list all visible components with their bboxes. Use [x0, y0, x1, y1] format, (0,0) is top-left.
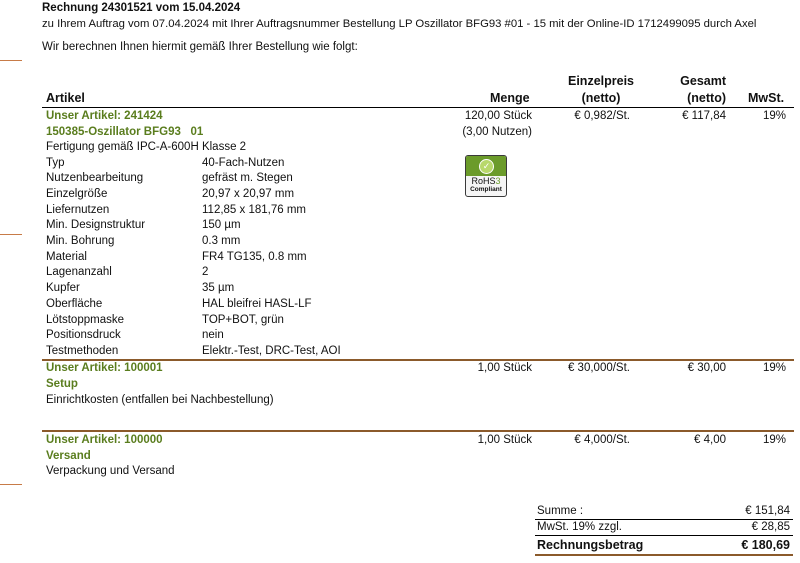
item-name: 150385-Oszillator BFG93 01 — [46, 126, 204, 138]
mwst-value: € 28,85 — [751, 521, 790, 533]
spec-key: Oberfläche — [46, 298, 103, 310]
spec-key: Einzelgröße — [46, 188, 108, 200]
item-quantity: 120,00 Stück — [464, 110, 532, 122]
margin-mark — [0, 484, 22, 485]
spec-value: 20,97 x 20,97 mm — [202, 188, 295, 200]
item-description: Verpackung und Versand — [46, 465, 175, 477]
spec-row: Typ 40-Fach-Nutzen — [46, 157, 466, 173]
item-vat: 19% — [762, 362, 786, 374]
checkmark-icon: ✓ — [479, 159, 494, 174]
spec-row: Nutzenbearbeitung gefräst m. Stegen — [46, 172, 466, 188]
invoice-subtitle: zu Ihrem Auftrag vom 07.04.2024 mit Ihre… — [42, 18, 757, 30]
spec-row: Oberfläche HAL bleifrei HASL-LF — [46, 298, 466, 314]
item-total: € 117,84 — [682, 110, 726, 122]
item-divider — [42, 430, 794, 432]
spec-value: HAL bleifrei HASL-LF — [202, 298, 312, 310]
item-artikel-nr: Unser Artikel: 100000 — [46, 434, 163, 446]
spec-row: Kupfer 35 µm — [46, 282, 466, 298]
item-vat: 19% — [762, 434, 786, 446]
rohs-compliant-badge: ✓ RoHS3 Compliant — [465, 155, 507, 197]
spec-row: Positionsdruck nein — [46, 329, 466, 345]
spec-key: Nutzenbearbeitung — [46, 172, 144, 184]
spec-value: nein — [202, 329, 224, 341]
item-name: Setup — [46, 378, 78, 390]
totals-divider — [535, 519, 793, 520]
rohs-badge-suffix: 3 — [495, 176, 501, 186]
col-header-einzelpreis-line1: Einzelpreis — [568, 74, 634, 88]
item-vat: 19% — [762, 110, 786, 122]
spec-key: Kupfer — [46, 282, 80, 294]
col-header-gesamt-line2: (netto) — [687, 91, 726, 105]
spec-row: Min. Bohrung 0.3 mm — [46, 235, 466, 251]
spec-key: Testmethoden — [46, 345, 119, 357]
spec-value: TOP+BOT, grün — [202, 314, 284, 326]
item-quantity-sub: (3,00 Nutzen) — [462, 126, 532, 138]
item-total: € 30,00 — [687, 362, 726, 374]
rohs-badge-sublabel: Compliant — [470, 186, 502, 193]
item-artikel-nr: Unser Artikel: 100001 — [46, 362, 163, 374]
col-header-einzelpreis-line2: (netto) — [581, 91, 621, 105]
rohs-badge-main: RoHS — [471, 176, 496, 186]
item-description: Einrichtkosten (entfallen bei Nachbestel… — [46, 394, 274, 406]
invoice-title: Rechnung 24301521 vom 15.04.2024 — [42, 2, 241, 14]
spec-row: Lötstoppmaske TOP+BOT, grün — [46, 314, 466, 330]
spec-value: 40-Fach-Nutzen — [202, 157, 285, 169]
header-divider — [42, 107, 794, 108]
spec-key: Positionsdruck — [46, 329, 121, 341]
item-artikel-nr: Unser Artikel: 241424 — [46, 110, 163, 122]
totals-underline — [535, 554, 793, 556]
spec-key: Material — [46, 251, 87, 263]
item-quantity: 1,00 Stück — [477, 362, 532, 374]
item-name: Versand — [46, 450, 91, 462]
spec-value: 112,85 x 181,76 mm — [202, 204, 306, 216]
col-header-gesamt: Gesamt (netto) — [660, 73, 726, 107]
item-total: € 4,00 — [694, 434, 726, 446]
margin-mark — [0, 234, 22, 235]
spec-value: gefräst m. Stegen — [202, 172, 293, 184]
summe-value: € 151,84 — [745, 505, 790, 517]
spec-value: 2 — [202, 266, 209, 278]
item-quantity: 1,00 Stück — [477, 434, 532, 446]
invoice-intro: Wir berechnen Ihnen hiermit gemäß Ihrer … — [42, 41, 358, 53]
spec-row: Einzelgröße 20,97 x 20,97 mm — [46, 188, 466, 204]
col-header-mwst: MwSt. — [748, 91, 785, 105]
spec-key: Liefernutzen — [46, 204, 110, 216]
spec-key: Lötstoppmaske — [46, 314, 124, 326]
col-header-gesamt-line1: Gesamt — [680, 74, 726, 88]
spec-row: Lagenanzahl 2 — [46, 266, 466, 282]
item-unit-price: € 0,982/St. — [574, 110, 630, 122]
rechnungsbetrag-value: € 180,69 — [741, 538, 790, 552]
spec-key: Min. Designstruktur — [46, 219, 146, 231]
rohs-badge-label: RoHS3 — [466, 177, 506, 186]
mwst-label: MwSt. 19% zzgl. — [537, 521, 622, 533]
spec-value: 35 µm — [202, 282, 235, 294]
spec-key: Min. Bohrung — [46, 235, 115, 247]
rechnungsbetrag-label: Rechnungsbetrag — [537, 538, 644, 552]
margin-mark — [0, 60, 22, 61]
spec-value: FR4 TG135, 0.8 mm — [202, 251, 307, 263]
col-header-artikel: Artikel — [46, 91, 85, 105]
spec-key: Typ — [46, 157, 65, 169]
col-header-menge: Menge — [490, 91, 530, 105]
spec-row: Material FR4 TG135, 0.8 mm — [46, 251, 466, 267]
spec-value: 150 µm — [202, 219, 241, 231]
spec-value: Elektr.-Test, DRC-Test, AOI — [202, 345, 341, 357]
spec-key: Lagenanzahl — [46, 266, 112, 278]
col-header-einzelpreis: Einzelpreis (netto) — [556, 73, 646, 107]
item-divider — [42, 359, 794, 361]
summe-label: Summe : — [537, 505, 584, 517]
spec-value: 0.3 mm — [202, 235, 241, 247]
item-unit-price: € 4,000/St. — [574, 434, 630, 446]
totals-divider — [535, 535, 793, 536]
spec-row: Liefernutzen 112,85 x 181,76 mm — [46, 204, 466, 220]
item-description: Fertigung gemäß IPC-A-600H Klasse 2 — [46, 141, 247, 153]
item-unit-price: € 30,000/St. — [567, 362, 630, 374]
spec-row: Min. Designstruktur 150 µm — [46, 219, 466, 235]
